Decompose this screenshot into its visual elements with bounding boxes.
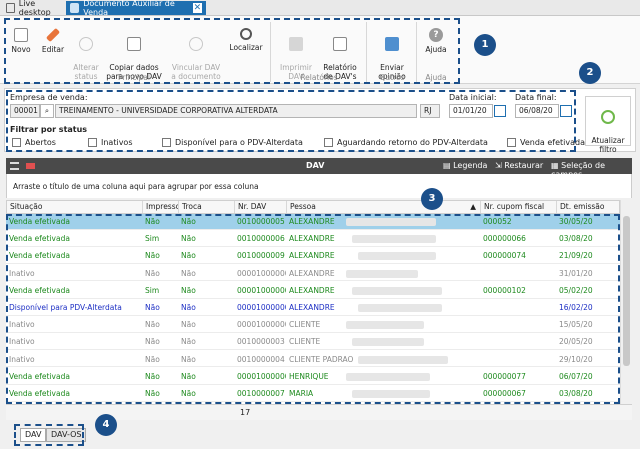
checkbox-box — [507, 138, 516, 147]
ribbon-highlight — [4, 18, 460, 84]
col-impresso[interactable]: Impresso — [143, 201, 179, 213]
col-situacao[interactable]: Situação — [7, 201, 143, 213]
calendar-icon[interactable] — [494, 105, 506, 117]
legend-icon: ▤ — [443, 161, 454, 170]
restore-button[interactable]: ⇲ Restaurar — [495, 161, 543, 170]
tab-live-desktop-label: Live desktop — [18, 0, 51, 17]
sort-ascending-icon: ▲ — [470, 202, 476, 211]
data-final-label: Data final: — [515, 93, 557, 102]
col-pessoa-label: Pessoa — [290, 202, 316, 211]
data-inicial-field[interactable]: 01/01/20 — [449, 104, 493, 118]
col-dt-emissao[interactable]: Dt. emissão — [557, 201, 621, 213]
status-disponivel-checkbox[interactable]: Disponível para o PDV-Alterdata — [162, 138, 303, 147]
restore-icon: ⇲ — [495, 161, 505, 170]
window-tab-strip: Live desktop Documento Auxiliar de Venda… — [0, 0, 640, 17]
close-icon[interactable]: ✕ — [192, 3, 203, 13]
record-count: 17 — [240, 408, 251, 417]
status-aguardando-label: Aguardando retorno do PDV-Alterdata — [337, 138, 488, 147]
group-by-hint: Arraste o título de uma coluna aqui para… — [13, 182, 259, 191]
badge-2: 2 — [579, 62, 601, 84]
bottom-tabs-highlight — [14, 424, 84, 446]
calendar-icon[interactable] — [560, 105, 572, 117]
tab-documento-label: Documento Auxiliar de Venda — [83, 0, 175, 17]
tab-documento-auxiliar[interactable]: Documento Auxiliar de Venda ✕ — [66, 0, 206, 17]
legend-button[interactable]: ▤ Legenda — [443, 161, 487, 170]
refresh-icon — [601, 110, 615, 124]
grid-header-bar: DAV ▤ Legenda ⇲ Restaurar ▦ Seleção de c… — [6, 158, 632, 179]
grid-config-icon[interactable] — [26, 163, 35, 169]
col-nr-dav[interactable]: Nr. DAV — [235, 201, 287, 213]
vertical-scrollbar[interactable] — [620, 200, 632, 404]
legend-label: Legenda — [453, 161, 488, 170]
badge-3: 3 — [421, 188, 443, 210]
checkbox-box — [88, 138, 97, 147]
status-filter-label: Filtrar por status — [10, 125, 88, 134]
badge-4: 4 — [95, 414, 117, 436]
tab-live-desktop[interactable]: Live desktop — [2, 0, 66, 17]
status-abertos-label: Abertos — [25, 138, 56, 147]
refresh-filter-button[interactable]: Atualizar filtro — [585, 96, 631, 154]
status-inativos-label: Inativos — [101, 138, 133, 147]
restore-label: Restaurar — [504, 161, 544, 170]
field-selection-icon: ▦ — [551, 161, 562, 170]
app-window: Live desktop Documento Auxiliar de Venda… — [0, 0, 640, 449]
data-inicial-label: Data inicial: — [449, 93, 497, 102]
document-icon — [70, 3, 80, 13]
grid-title: DAV — [306, 161, 325, 170]
search-icon[interactable]: ⌕ — [40, 104, 54, 118]
monitor-icon — [6, 3, 15, 13]
status-venda-efetivada-label: Venda efetivada — [520, 138, 586, 147]
grid-menu-icon[interactable] — [10, 162, 19, 170]
empresa-label: Empresa de venda: — [10, 93, 88, 102]
checkbox-box — [324, 138, 333, 147]
empresa-name-field[interactable]: TREINAMENTO - UNIVERSIDADE CORPORATIVA A… — [55, 104, 417, 118]
refresh-filter-label: Atualizar filtro — [591, 136, 625, 154]
status-aguardando-checkbox[interactable]: Aguardando retorno do PDV-Alterdata — [324, 138, 488, 147]
empresa-uf-field[interactable]: RJ — [420, 104, 440, 118]
col-troca[interactable]: Troca — [179, 201, 235, 213]
column-header-row: Situação Impresso Troca Nr. DAV Pessoa ▲ … — [6, 200, 620, 214]
col-pessoa[interactable]: Pessoa ▲ — [287, 201, 481, 213]
checkbox-box — [162, 138, 171, 147]
empresa-code-field[interactable]: 00001 — [10, 104, 40, 118]
checkbox-box — [12, 138, 21, 147]
data-final-field[interactable]: 06/08/20 — [515, 104, 559, 118]
badge-1: 1 — [474, 34, 496, 56]
group-by-area[interactable]: Arraste o título de uma coluna aqui para… — [6, 174, 632, 198]
status-abertos-checkbox[interactable]: Abertos — [12, 138, 56, 147]
scrollbar-thumb[interactable] — [623, 216, 630, 366]
status-venda-efetivada-checkbox[interactable]: Venda efetivada — [507, 138, 585, 147]
status-inativos-checkbox[interactable]: Inativos — [88, 138, 133, 147]
status-disponivel-label: Disponível para o PDV-Alterdata — [175, 138, 303, 147]
grid-highlight — [6, 214, 620, 404]
col-cupom[interactable]: Nr. cupom fiscal — [481, 201, 557, 213]
